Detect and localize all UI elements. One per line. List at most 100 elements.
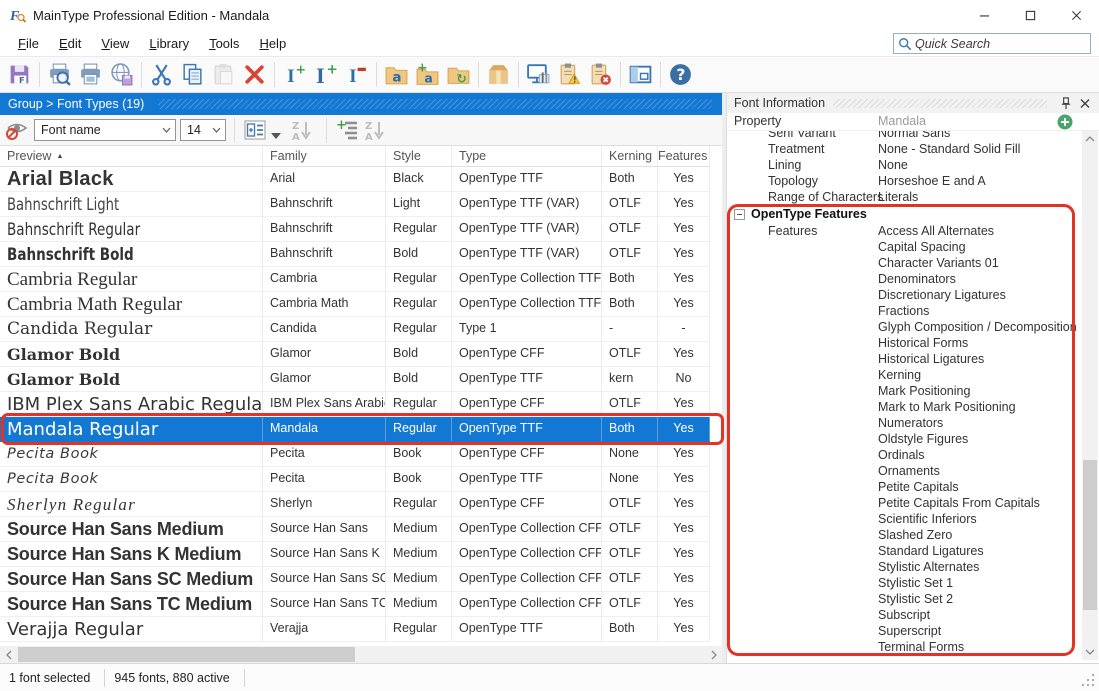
table-row[interactable]: Glamor BoldGlamorBoldOpenType CFFOTLFYes xyxy=(0,342,710,367)
table-row[interactable]: Cambria RegularCambriaRegularOpenType Co… xyxy=(0,267,710,292)
install-font-icon[interactable]: I+ xyxy=(279,60,310,90)
resize-grip[interactable] xyxy=(1081,673,1095,687)
quick-search[interactable] xyxy=(893,33,1091,54)
table-row[interactable]: Glamor BoldGlamorBoldOpenType TTFkernNo xyxy=(0,367,710,392)
menu-item-edit[interactable]: Edit xyxy=(49,33,91,54)
scroll-right-icon[interactable] xyxy=(705,646,722,663)
vertical-scrollbar[interactable] xyxy=(1082,131,1098,660)
table-row[interactable]: Pecita BookPecitaBookOpenType TTFNoneYes xyxy=(0,467,710,492)
quick-search-input[interactable] xyxy=(915,37,1086,51)
feature-value: Stylistic Alternates xyxy=(878,560,979,574)
table-row[interactable]: Bahnschrift BoldBahnschriftBoldOpenType … xyxy=(0,242,710,267)
table-row[interactable]: Pecita BookPecitaBookOpenType CFFNoneYes xyxy=(0,442,710,467)
table-row[interactable]: Bahnschrift LightBahnschriftLightOpenTyp… xyxy=(0,192,710,217)
cell: OTLF xyxy=(602,192,658,216)
tag-folder-icon[interactable]: a xyxy=(381,60,412,90)
column-header-family[interactable]: Family xyxy=(263,146,386,166)
cell: Bold xyxy=(386,242,452,266)
scrollbar-thumb[interactable] xyxy=(18,647,355,662)
help-icon[interactable]: ? xyxy=(665,60,696,90)
table-row[interactable]: IBM Plex Sans Arabic RegularIBM Plex San… xyxy=(0,392,710,417)
menu-item-library[interactable]: Library xyxy=(139,33,199,54)
cell: kern xyxy=(602,367,658,391)
scrollbar-thumb[interactable] xyxy=(1083,460,1097,610)
minimize-button[interactable] xyxy=(961,0,1007,30)
table-row[interactable]: Source Han Sans SC MediumSource Han Sans… xyxy=(0,567,710,592)
column-header-preview[interactable]: Preview▲ xyxy=(0,146,263,166)
detail-view-icon[interactable] xyxy=(243,118,267,142)
panel-title: Font Information xyxy=(734,96,825,110)
property-grid-header: Property Mandala xyxy=(727,113,1099,131)
workstation-icon[interactable] xyxy=(523,60,554,90)
property-row: TopologyHorseshoe E and A xyxy=(727,173,1081,189)
clipboard-warning-icon[interactable]: ! xyxy=(554,60,585,90)
column-header-features[interactable]: Features xyxy=(658,146,710,166)
table-row[interactable]: Source Han Sans MediumSource Han SansMed… xyxy=(0,517,710,542)
print-preview-icon[interactable] xyxy=(44,60,75,90)
clipboard-error-icon[interactable] xyxy=(585,60,616,90)
add-property-icon[interactable] xyxy=(1057,114,1073,130)
cut-icon[interactable] xyxy=(146,60,177,90)
copy-icon[interactable] xyxy=(177,60,208,90)
refresh-folder-icon[interactable]: ↻ xyxy=(443,60,474,90)
detail-view-caret-icon[interactable] xyxy=(271,127,281,134)
table-row[interactable]: Arial BlackArialBlackOpenType TTFBothYes xyxy=(0,167,710,192)
cell: Yes xyxy=(658,442,710,466)
new-tag-folder-icon[interactable]: a+ xyxy=(412,60,443,90)
add-to-list-icon[interactable]: + xyxy=(335,118,359,142)
menu-item-view[interactable]: View xyxy=(91,33,139,54)
print-icon[interactable] xyxy=(75,60,106,90)
delete-icon[interactable] xyxy=(239,60,270,90)
install-fonts-icon[interactable]: I+ xyxy=(310,60,341,90)
group-header-opentype-features[interactable]: OpenType Features xyxy=(727,205,1081,223)
cell: Arial xyxy=(263,167,386,191)
chevron-down-icon xyxy=(162,127,171,133)
svg-text:↻: ↻ xyxy=(456,71,466,86)
hide-preview-icon[interactable] xyxy=(6,118,30,142)
preview-text: Bahnschrift Light xyxy=(7,192,119,216)
table-row[interactable]: Mandala RegularMandalaRegularOpenType TT… xyxy=(0,417,710,442)
pin-icon[interactable] xyxy=(1058,95,1074,111)
menu-item-file[interactable]: File xyxy=(8,33,49,54)
scroll-up-icon[interactable] xyxy=(1082,131,1098,147)
cell: Both xyxy=(602,617,658,641)
scroll-left-icon[interactable] xyxy=(0,646,17,663)
column-header-style[interactable]: Style xyxy=(386,146,452,166)
table-row[interactable]: Source Han Sans TC MediumSource Han Sans… xyxy=(0,592,710,617)
table-row[interactable]: Bahnschrift RegularBahnschriftRegularOpe… xyxy=(0,217,710,242)
cell: Pecita xyxy=(263,442,386,466)
feature-value: Discretionary Ligatures xyxy=(878,288,1006,302)
preview-size-select[interactable]: 14 xyxy=(180,119,226,141)
feature-value: Terminal Forms xyxy=(878,640,964,654)
collapse-icon[interactable] xyxy=(734,209,745,220)
save-icon[interactable]: F xyxy=(4,60,35,90)
table-row[interactable]: Verajja RegularVerajjaRegularOpenType TT… xyxy=(0,617,710,642)
table-row[interactable]: Candida RegularCandidaRegularType 1-- xyxy=(0,317,710,342)
font-name-filter-select[interactable]: Font name xyxy=(34,119,176,141)
close-panel-icon[interactable] xyxy=(1077,95,1093,111)
feature-value: Petite Capitals xyxy=(878,480,959,494)
column-header-type[interactable]: Type xyxy=(452,146,602,166)
table-row[interactable]: Source Han Sans K MediumSource Han Sans … xyxy=(0,542,710,567)
web-export-icon[interactable] xyxy=(106,60,137,90)
table-row[interactable]: Cambria Math RegularCambria MathRegularO… xyxy=(0,292,710,317)
column-header-kerning[interactable]: Kerning xyxy=(602,146,658,166)
menu-item-tools[interactable]: Tools xyxy=(199,33,249,54)
scroll-down-icon[interactable] xyxy=(1082,644,1098,660)
close-button[interactable] xyxy=(1053,0,1099,30)
sort-arrow-icon: ▲ xyxy=(56,153,63,160)
feature-row: Standard Ligatures xyxy=(727,543,1081,559)
uninstall-font-icon[interactable]: I xyxy=(341,60,372,90)
font-preview: Mandala Regular xyxy=(0,417,263,441)
table-row[interactable]: Sherlyn RegularSherlynRegularOpenType CF… xyxy=(0,492,710,517)
svg-text:I: I xyxy=(349,66,356,87)
cell: Regular xyxy=(386,317,452,341)
maximize-button[interactable] xyxy=(1007,0,1053,30)
menu-item-help[interactable]: Help xyxy=(249,33,296,54)
horizontal-scrollbar[interactable] xyxy=(0,646,722,663)
cell: Regular xyxy=(386,392,452,416)
cell: Type 1 xyxy=(452,317,602,341)
cell: OpenType Collection CFF xyxy=(452,542,602,566)
package-icon[interactable] xyxy=(483,60,514,90)
panels-icon[interactable] xyxy=(625,60,656,90)
